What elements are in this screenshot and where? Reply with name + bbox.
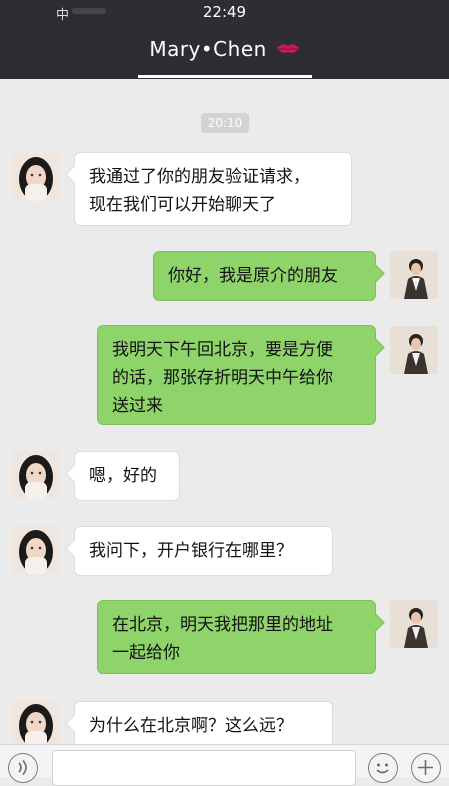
- message-timestamp: 20:10: [201, 113, 249, 133]
- message-input[interactable]: [52, 750, 356, 786]
- message-bubble-outgoing[interactable]: 在北京，明天我把那里的地址 一起给你: [97, 600, 376, 674]
- status-time: 22:49: [202, 3, 247, 21]
- message-bubble-outgoing[interactable]: 你好，我是原介的朋友: [153, 251, 376, 301]
- message-bubble-incoming[interactable]: 我通过了你的朋友验证请求， 现在我们可以开始聊天了: [74, 152, 352, 226]
- contact-avatar[interactable]: [12, 700, 60, 748]
- user-avatar[interactable]: [390, 326, 438, 374]
- user-avatar[interactable]: [390, 251, 438, 299]
- chat-input-bar: [0, 744, 449, 786]
- contact-avatar[interactable]: [12, 451, 60, 499]
- chat-title: Mary•Chen: [149, 37, 267, 61]
- chat-header: 中 22:49 Mary•Chen: [0, 0, 449, 79]
- title-underline: [138, 75, 312, 78]
- voice-icon[interactable]: [8, 753, 38, 783]
- contact-avatar[interactable]: [12, 526, 60, 574]
- emoji-icon[interactable]: [368, 753, 398, 783]
- message-bubble-outgoing[interactable]: 我明天下午回北京，要是方便 的话，那张存折明天中午给你 送过来: [97, 325, 376, 425]
- plus-icon[interactable]: [411, 753, 441, 783]
- chat-title-container[interactable]: Mary•Chen: [0, 37, 449, 61]
- message-bubble-incoming[interactable]: 我问下，开户银行在哪里？: [74, 526, 333, 576]
- kiss-lips-icon: [276, 37, 300, 53]
- contact-avatar[interactable]: [12, 153, 60, 201]
- user-avatar[interactable]: [390, 600, 438, 648]
- message-bubble-incoming[interactable]: 嗯，好的: [74, 451, 180, 501]
